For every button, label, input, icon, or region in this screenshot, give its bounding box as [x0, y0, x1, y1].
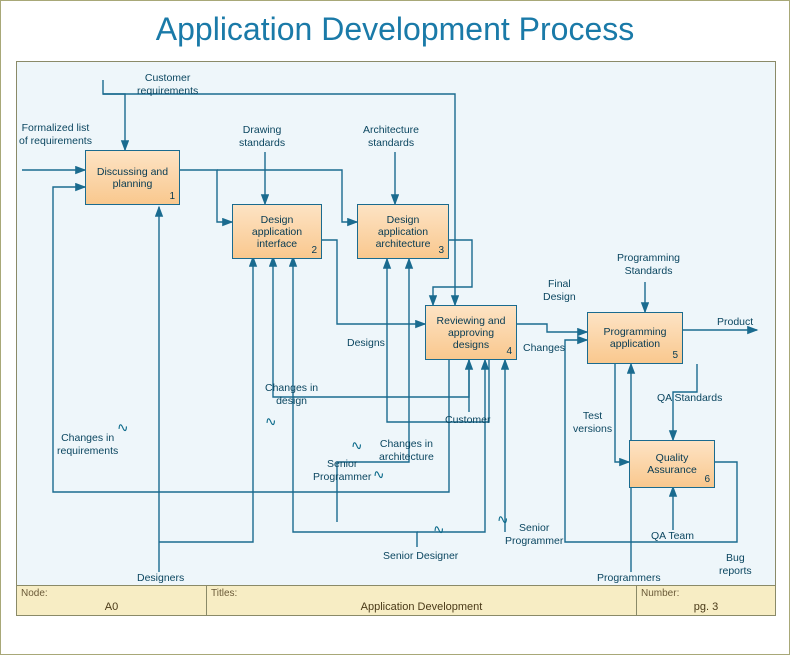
- label-qa-team: QA Team: [651, 530, 694, 543]
- footer-number: Number: pg. 3: [637, 586, 775, 615]
- footer: Node: A0 Titles: Application Development…: [17, 585, 775, 615]
- label-architecture-standards: Architecture standards: [363, 124, 419, 149]
- label-drawing-standards: Drawing standards: [239, 124, 285, 149]
- label-customer-requirements: Customer requirements: [137, 72, 198, 97]
- box-design-architecture: Design application architecture 3: [357, 204, 449, 259]
- label-bug-reports: Bug reports: [719, 552, 752, 577]
- box-label: Discussing and planning: [90, 166, 175, 190]
- footer-number-value: pg. 3: [641, 601, 771, 613]
- box-design-interface: Design application interface 2: [232, 204, 322, 259]
- label-test-versions: Test versions: [573, 410, 612, 435]
- label-designers: Designers: [137, 572, 184, 585]
- label-final-design: Final Design: [543, 278, 576, 303]
- footer-title-value: Application Development: [211, 601, 632, 613]
- box-quality-assurance: Quality Assurance 6: [629, 440, 715, 488]
- box-number: 2: [311, 245, 317, 256]
- footer-title: Titles: Application Development: [207, 586, 637, 615]
- footer-number-header: Number:: [641, 588, 679, 599]
- box-number: 3: [438, 245, 444, 256]
- label-senior-programmer-1: Senior Programmer: [313, 458, 371, 483]
- label-qa-standards: QA Standards: [657, 392, 722, 405]
- box-number: 6: [704, 474, 710, 485]
- page: Application Development Process: [0, 0, 790, 655]
- box-reviewing-designs: Reviewing and approving designs 4: [425, 305, 517, 360]
- footer-title-header: Titles:: [211, 588, 237, 599]
- label-formalized-list: Formalized list of requirements: [19, 122, 92, 147]
- box-number: 5: [672, 350, 678, 361]
- box-label: Programming application: [592, 326, 678, 350]
- diagram-canvas: Discussing and planning 1 Design applica…: [16, 61, 776, 616]
- label-programming-standards: Programming Standards: [617, 252, 680, 277]
- label-customer: Customer: [445, 414, 491, 427]
- page-title: Application Development Process: [1, 1, 789, 54]
- label-changes-in-architecture: Changes in architecture: [379, 438, 434, 463]
- label-programmers: Programmers: [597, 572, 661, 585]
- label-product: Product: [717, 316, 753, 329]
- label-changes-in-design: Changes in design: [265, 382, 318, 407]
- box-label: Design application interface: [237, 214, 317, 250]
- box-label: Reviewing and approving designs: [430, 315, 512, 351]
- box-label: Design application architecture: [362, 214, 444, 250]
- box-programming-app: Programming application 5: [587, 312, 683, 364]
- footer-node-value: A0: [21, 601, 202, 613]
- label-designs: Designs: [347, 337, 385, 350]
- label-changes: Changes: [523, 342, 565, 355]
- box-discussing-planning: Discussing and planning 1: [85, 150, 180, 205]
- footer-node: Node: A0: [17, 586, 207, 615]
- label-changes-in-requirements: Changes in requirements: [57, 432, 118, 457]
- label-senior-programmer-2: Senior Programmer: [505, 522, 563, 547]
- label-senior-designer: Senior Designer: [383, 550, 458, 563]
- box-number: 1: [169, 191, 175, 202]
- footer-node-header: Node:: [21, 588, 48, 599]
- box-number: 4: [506, 346, 512, 357]
- box-label: Quality Assurance: [634, 452, 710, 476]
